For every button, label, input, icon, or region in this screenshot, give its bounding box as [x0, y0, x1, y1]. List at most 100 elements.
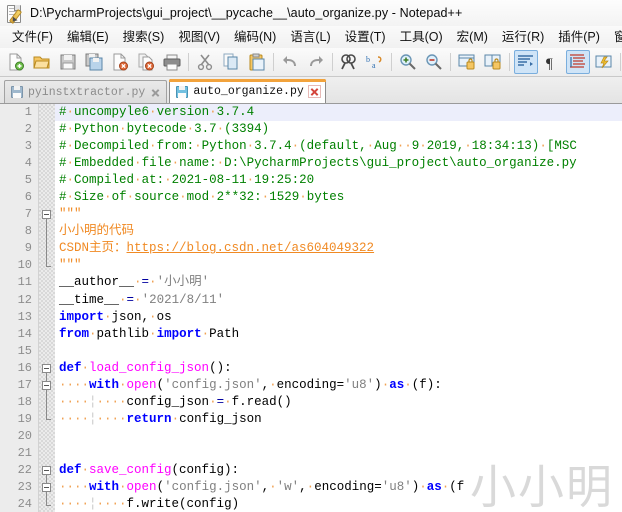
print-icon[interactable] — [160, 50, 184, 74]
menu-settings[interactable]: 设置(T) — [338, 27, 393, 47]
fold-line — [46, 240, 47, 258]
menu-view[interactable]: 视图(V) — [171, 27, 227, 47]
redo-icon[interactable] — [304, 50, 328, 74]
new-file-icon[interactable] — [4, 50, 28, 74]
menu-file[interactable]: 文件(F) — [5, 27, 60, 47]
tab-bar: pyinstxtractor.py auto_organize.py — [0, 77, 622, 104]
fold-toggle[interactable] — [42, 210, 51, 220]
notepad-plus-plus-window: D:\PycharmProjects\gui_project\__pycache… — [0, 0, 622, 512]
sync-horizontal-scroll-icon[interactable] — [481, 50, 505, 74]
line-number: 21 — [17, 445, 32, 460]
save-state-icon — [11, 86, 23, 98]
code-line[interactable]: #·Embedded·file·name:·D:\PycharmProjects… — [55, 155, 622, 172]
code-line[interactable]: #·Size·of·source·mod·2**32:·1529·bytes — [55, 189, 622, 206]
code-line[interactable] — [55, 428, 622, 445]
menu-window[interactable]: 窗口(W — [607, 27, 622, 47]
indent-guide-icon[interactable] — [566, 50, 590, 74]
window-title: D:\PycharmProjects\gui_project\__pycache… — [30, 6, 463, 20]
svg-text:¶: ¶ — [546, 56, 553, 71]
fold-margin[interactable] — [39, 104, 55, 512]
line-number: 6 — [24, 190, 32, 205]
code-line[interactable]: 小小明的代码 — [55, 223, 622, 240]
close-file-icon[interactable] — [108, 50, 132, 74]
save-icon[interactable] — [56, 50, 80, 74]
menu-search[interactable]: 搜索(S) — [116, 27, 172, 47]
code-line[interactable]: ····¦····f.write(config) — [55, 496, 622, 512]
line-number: 24 — [17, 497, 32, 512]
title-bar: D:\PycharmProjects\gui_project\__pycache… — [0, 0, 622, 26]
code-line[interactable]: def·save_config(config): — [55, 462, 622, 479]
editor-area[interactable]: 1 2 3 4 5 6 7 8 9 10 11 12 13 14 15 16 17 18 19 20 21 22 23 24 … — [0, 104, 622, 512]
sync-vertical-scroll-icon[interactable] — [455, 50, 479, 74]
cut-icon[interactable] — [193, 50, 217, 74]
line-number-gutter: 1 2 3 4 5 6 7 8 9 10 11 12 13 14 15 16 17 18 19 20 21 22 23 24 — [0, 104, 39, 512]
line-number: 17 — [17, 377, 32, 392]
fold-toggle[interactable] — [42, 380, 51, 390]
replace-icon[interactable]: ba — [363, 50, 387, 74]
open-file-icon[interactable] — [30, 50, 54, 74]
copy-icon[interactable] — [219, 50, 243, 74]
code-line[interactable]: def·load_config_json(): — [55, 360, 622, 377]
code-line[interactable]: CSDN主页：https://blog.csdn.net/as604049322 — [55, 240, 622, 257]
toolbar-separator — [391, 53, 392, 71]
tab-pyinstxtractor[interactable]: pyinstxtractor.py — [4, 80, 168, 103]
menu-plugins[interactable]: 插件(P) — [551, 27, 607, 47]
line-number: 3 — [24, 139, 32, 154]
line-number: 10 — [17, 258, 32, 273]
close-tab-icon[interactable] — [307, 85, 321, 98]
code-line[interactable]: ····with·open('config.json',·encoding='u… — [55, 377, 622, 394]
code-content[interactable]: #·uncompyle6·version·3.7.4 #·Python·bytec… — [55, 104, 622, 512]
code-line[interactable]: __time__·=·'2021/8/11' — [55, 292, 622, 309]
code-line[interactable]: import·json,·os — [55, 309, 622, 326]
fold-toggle[interactable] — [42, 363, 51, 373]
menu-run[interactable]: 运行(R) — [495, 27, 551, 47]
toolbar: b a ¶ — [0, 48, 622, 77]
word-wrap-icon[interactable] — [514, 50, 538, 74]
fold-toggle[interactable] — [42, 483, 51, 493]
code-line[interactable] — [55, 445, 622, 462]
code-line[interactable] — [55, 343, 622, 360]
toolbar-separator — [450, 53, 451, 71]
line-number: 13 — [17, 309, 32, 324]
menu-tools[interactable]: 工具(O) — [393, 27, 450, 47]
show-all-characters-icon[interactable]: ¶ — [540, 50, 564, 74]
menu-edit[interactable]: 编辑(E) — [60, 27, 116, 47]
menu-encoding[interactable]: 编码(N) — [227, 27, 283, 47]
menu-macro[interactable]: 宏(M) — [450, 27, 495, 47]
fold-line — [46, 223, 47, 241]
code-line[interactable]: ····¦····return·config_json — [55, 411, 622, 428]
fold-line — [46, 496, 47, 505]
code-line[interactable]: """ — [55, 206, 622, 223]
line-number: 14 — [17, 326, 32, 341]
zoom-out-icon[interactable] — [422, 50, 446, 74]
toolbar-separator — [620, 53, 621, 71]
line-number: 9 — [24, 241, 32, 256]
tab-label: pyinstxtractor.py — [28, 85, 146, 99]
code-line[interactable]: #·Python·bytecode·3.7·(3394) — [55, 121, 622, 138]
menu-language[interactable]: 语言(L) — [283, 27, 337, 47]
code-line[interactable]: __author__·=·'小小明' — [55, 274, 622, 291]
code-line[interactable]: ····with·open('config.json',·'w',·encodi… — [55, 479, 622, 496]
line-number: 16 — [17, 360, 32, 375]
fold-end-marker — [46, 419, 51, 421]
fold-toggle[interactable] — [42, 466, 51, 476]
save-all-icon[interactable] — [82, 50, 106, 74]
code-line[interactable]: #·Decompiled·from:·Python·3.7.4·(default… — [55, 138, 622, 155]
toolbar-separator — [188, 53, 189, 71]
code-line[interactable]: #·Compiled·at:·2021-08-11·19:25:20 — [55, 172, 622, 189]
paste-icon[interactable] — [245, 50, 269, 74]
line-number: 1 — [24, 105, 32, 119]
code-line[interactable]: from·pathlib·import·Path — [55, 326, 622, 343]
close-all-files-icon[interactable] — [134, 50, 158, 74]
tab-auto-organize[interactable]: auto_organize.py — [169, 79, 327, 103]
code-line[interactable]: #·uncompyle6·version·3.7.4 — [55, 104, 622, 122]
find-icon[interactable] — [337, 50, 361, 74]
close-tab-icon[interactable] — [150, 87, 161, 98]
code-line[interactable]: """ — [55, 257, 622, 274]
code-line[interactable]: ····¦····config_json·=·f.read() — [55, 394, 622, 411]
undo-icon[interactable] — [278, 50, 302, 74]
user-defined-language-icon[interactable] — [592, 50, 616, 74]
fold-line — [46, 257, 47, 266]
fold-line — [46, 372, 47, 381]
zoom-in-icon[interactable] — [396, 50, 420, 74]
